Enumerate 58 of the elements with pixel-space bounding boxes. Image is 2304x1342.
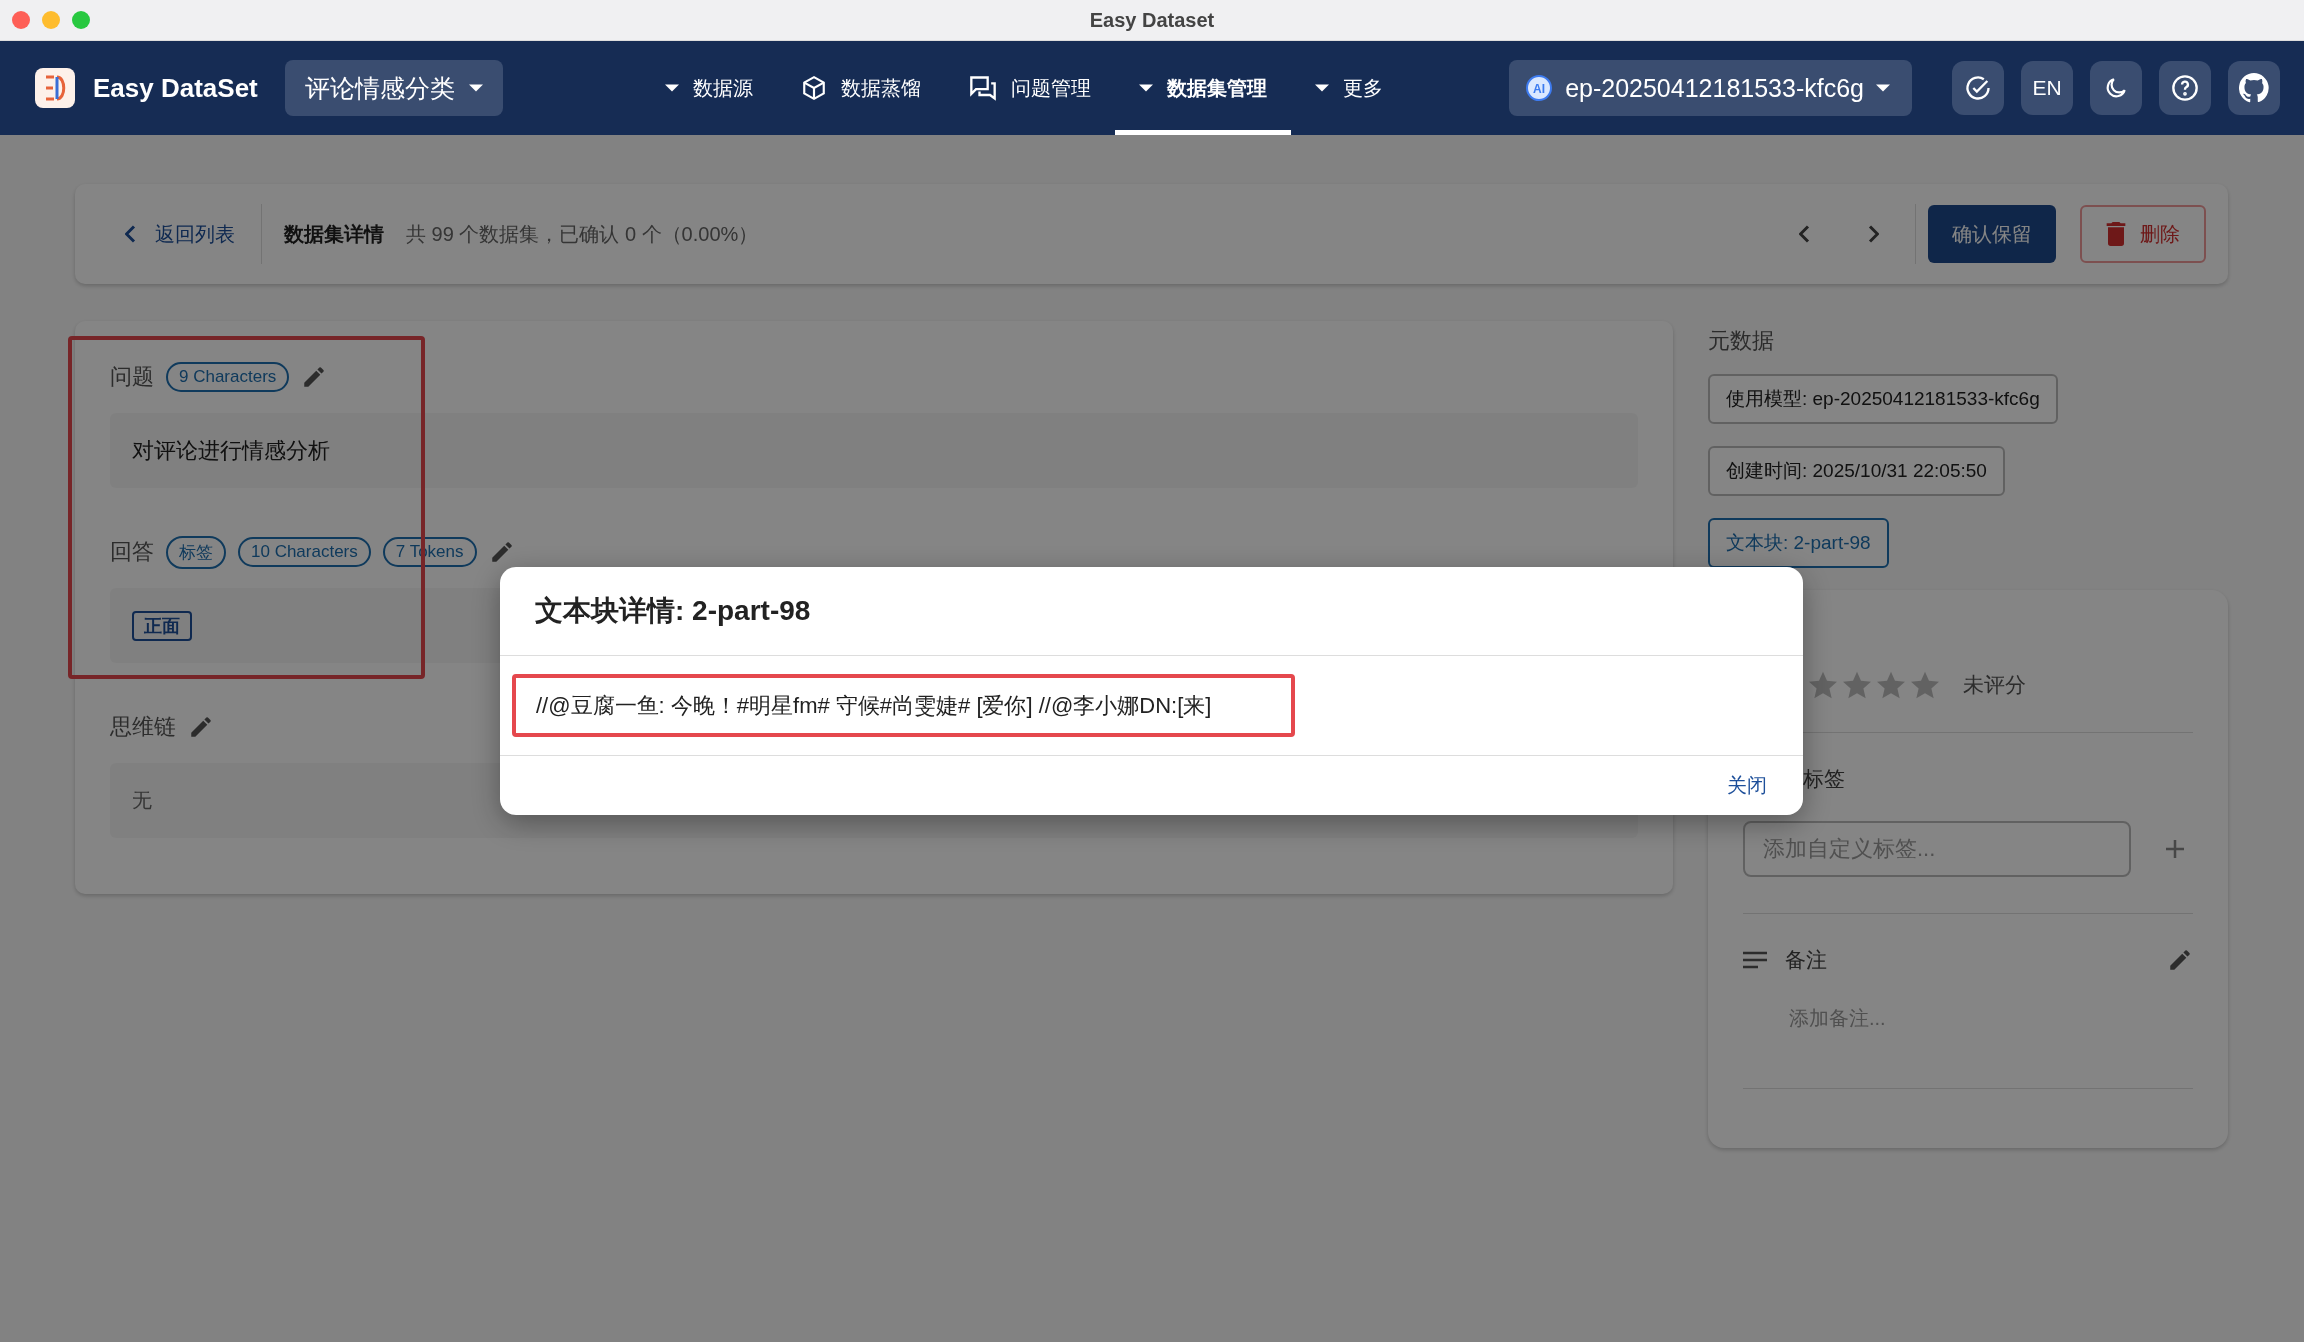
answer-tag: 正面 (132, 610, 192, 641)
trash-icon (2106, 222, 2126, 246)
caret-icon (1138, 84, 1153, 92)
rating-text: 未评分 (1963, 672, 2026, 698)
github-icon (2239, 73, 2269, 103)
theme-toggle-button[interactable] (2090, 61, 2142, 115)
app-name: Easy DataSet (93, 72, 258, 104)
field-label: 思维链 (110, 713, 176, 741)
page-title: 数据集详情 (284, 221, 384, 247)
dialog-text: //@豆腐一鱼: 今晚！#明星fm# 守候#尚雯婕# [爱你] //@李小娜DN:[来] (536, 691, 1212, 720)
nav-tab[interactable]: 数据源 (640, 41, 777, 135)
close-button[interactable]: 关闭 (1711, 762, 1783, 809)
model-select[interactable]: AI ep-20250412181533-kfc6g (1509, 60, 1912, 116)
project-select[interactable]: 评论情感分类 (284, 60, 503, 116)
field-label: 回答 (110, 538, 154, 566)
dataset-summary: 共 99 个数据集，已确认 0 个（0.00%） (406, 221, 759, 247)
chevron-left-icon (1799, 225, 1811, 243)
notes-label: 备注 (1785, 947, 1827, 973)
notes-icon (1743, 951, 1767, 969)
ai-icon: AI (1525, 74, 1554, 102)
chevron-left-icon (125, 225, 137, 243)
pencil-icon[interactable] (2167, 947, 2193, 973)
confirm-button[interactable]: 确认保留 (1928, 205, 2056, 263)
plus-icon (2163, 837, 2187, 861)
minimize-window-button[interactable] (42, 11, 60, 29)
cube-icon (800, 75, 827, 101)
nav-tab[interactable]: 更多 (1290, 41, 1407, 135)
dialog-title: 文本块详情: 2-part-98 (500, 567, 1803, 656)
pencil-icon[interactable] (188, 714, 214, 740)
caret-icon (664, 84, 679, 92)
count-chip: 10 Characters (238, 537, 371, 567)
caret-icon (468, 84, 483, 92)
back-link[interactable]: 返回列表 (115, 204, 262, 264)
window-title: Easy Dataset (1089, 8, 1215, 31)
tags-label: 标签 (1803, 766, 1845, 792)
language-button[interactable]: EN (2021, 61, 2073, 115)
field-label: 问题 (110, 363, 154, 391)
chat-icon (968, 75, 997, 101)
caret-icon (1314, 84, 1329, 92)
nav-tab[interactable]: 数据集管理 (1114, 41, 1291, 135)
metadata-chip: 使用模型: ep-20250412181533-kfc6g (1708, 374, 2058, 424)
check-circle-icon (1964, 74, 1992, 102)
count-chip: 9 Characters (166, 362, 290, 392)
chevron-right-icon (1867, 225, 1879, 243)
count-chip: 标签 (166, 535, 226, 569)
caret-icon (1876, 84, 1890, 92)
metadata-title: 元数据 (1708, 327, 1775, 355)
nav-tab[interactable]: 问题管理 (944, 41, 1115, 135)
metadata-chip: 创建时间: 2025/10/31 22:05:50 (1708, 446, 2005, 496)
app-logo-icon (35, 68, 75, 108)
question-text: 对评论进行情感分析 (110, 413, 1638, 488)
github-button[interactable] (2228, 61, 2280, 115)
check-circle-button[interactable] (1952, 61, 2004, 115)
zoom-window-button[interactable] (72, 11, 90, 29)
close-window-button[interactable] (12, 11, 30, 29)
help-icon (2171, 74, 2199, 102)
nav-tab[interactable]: 数据蒸馏 (776, 41, 945, 135)
help-button[interactable] (2159, 61, 2211, 115)
